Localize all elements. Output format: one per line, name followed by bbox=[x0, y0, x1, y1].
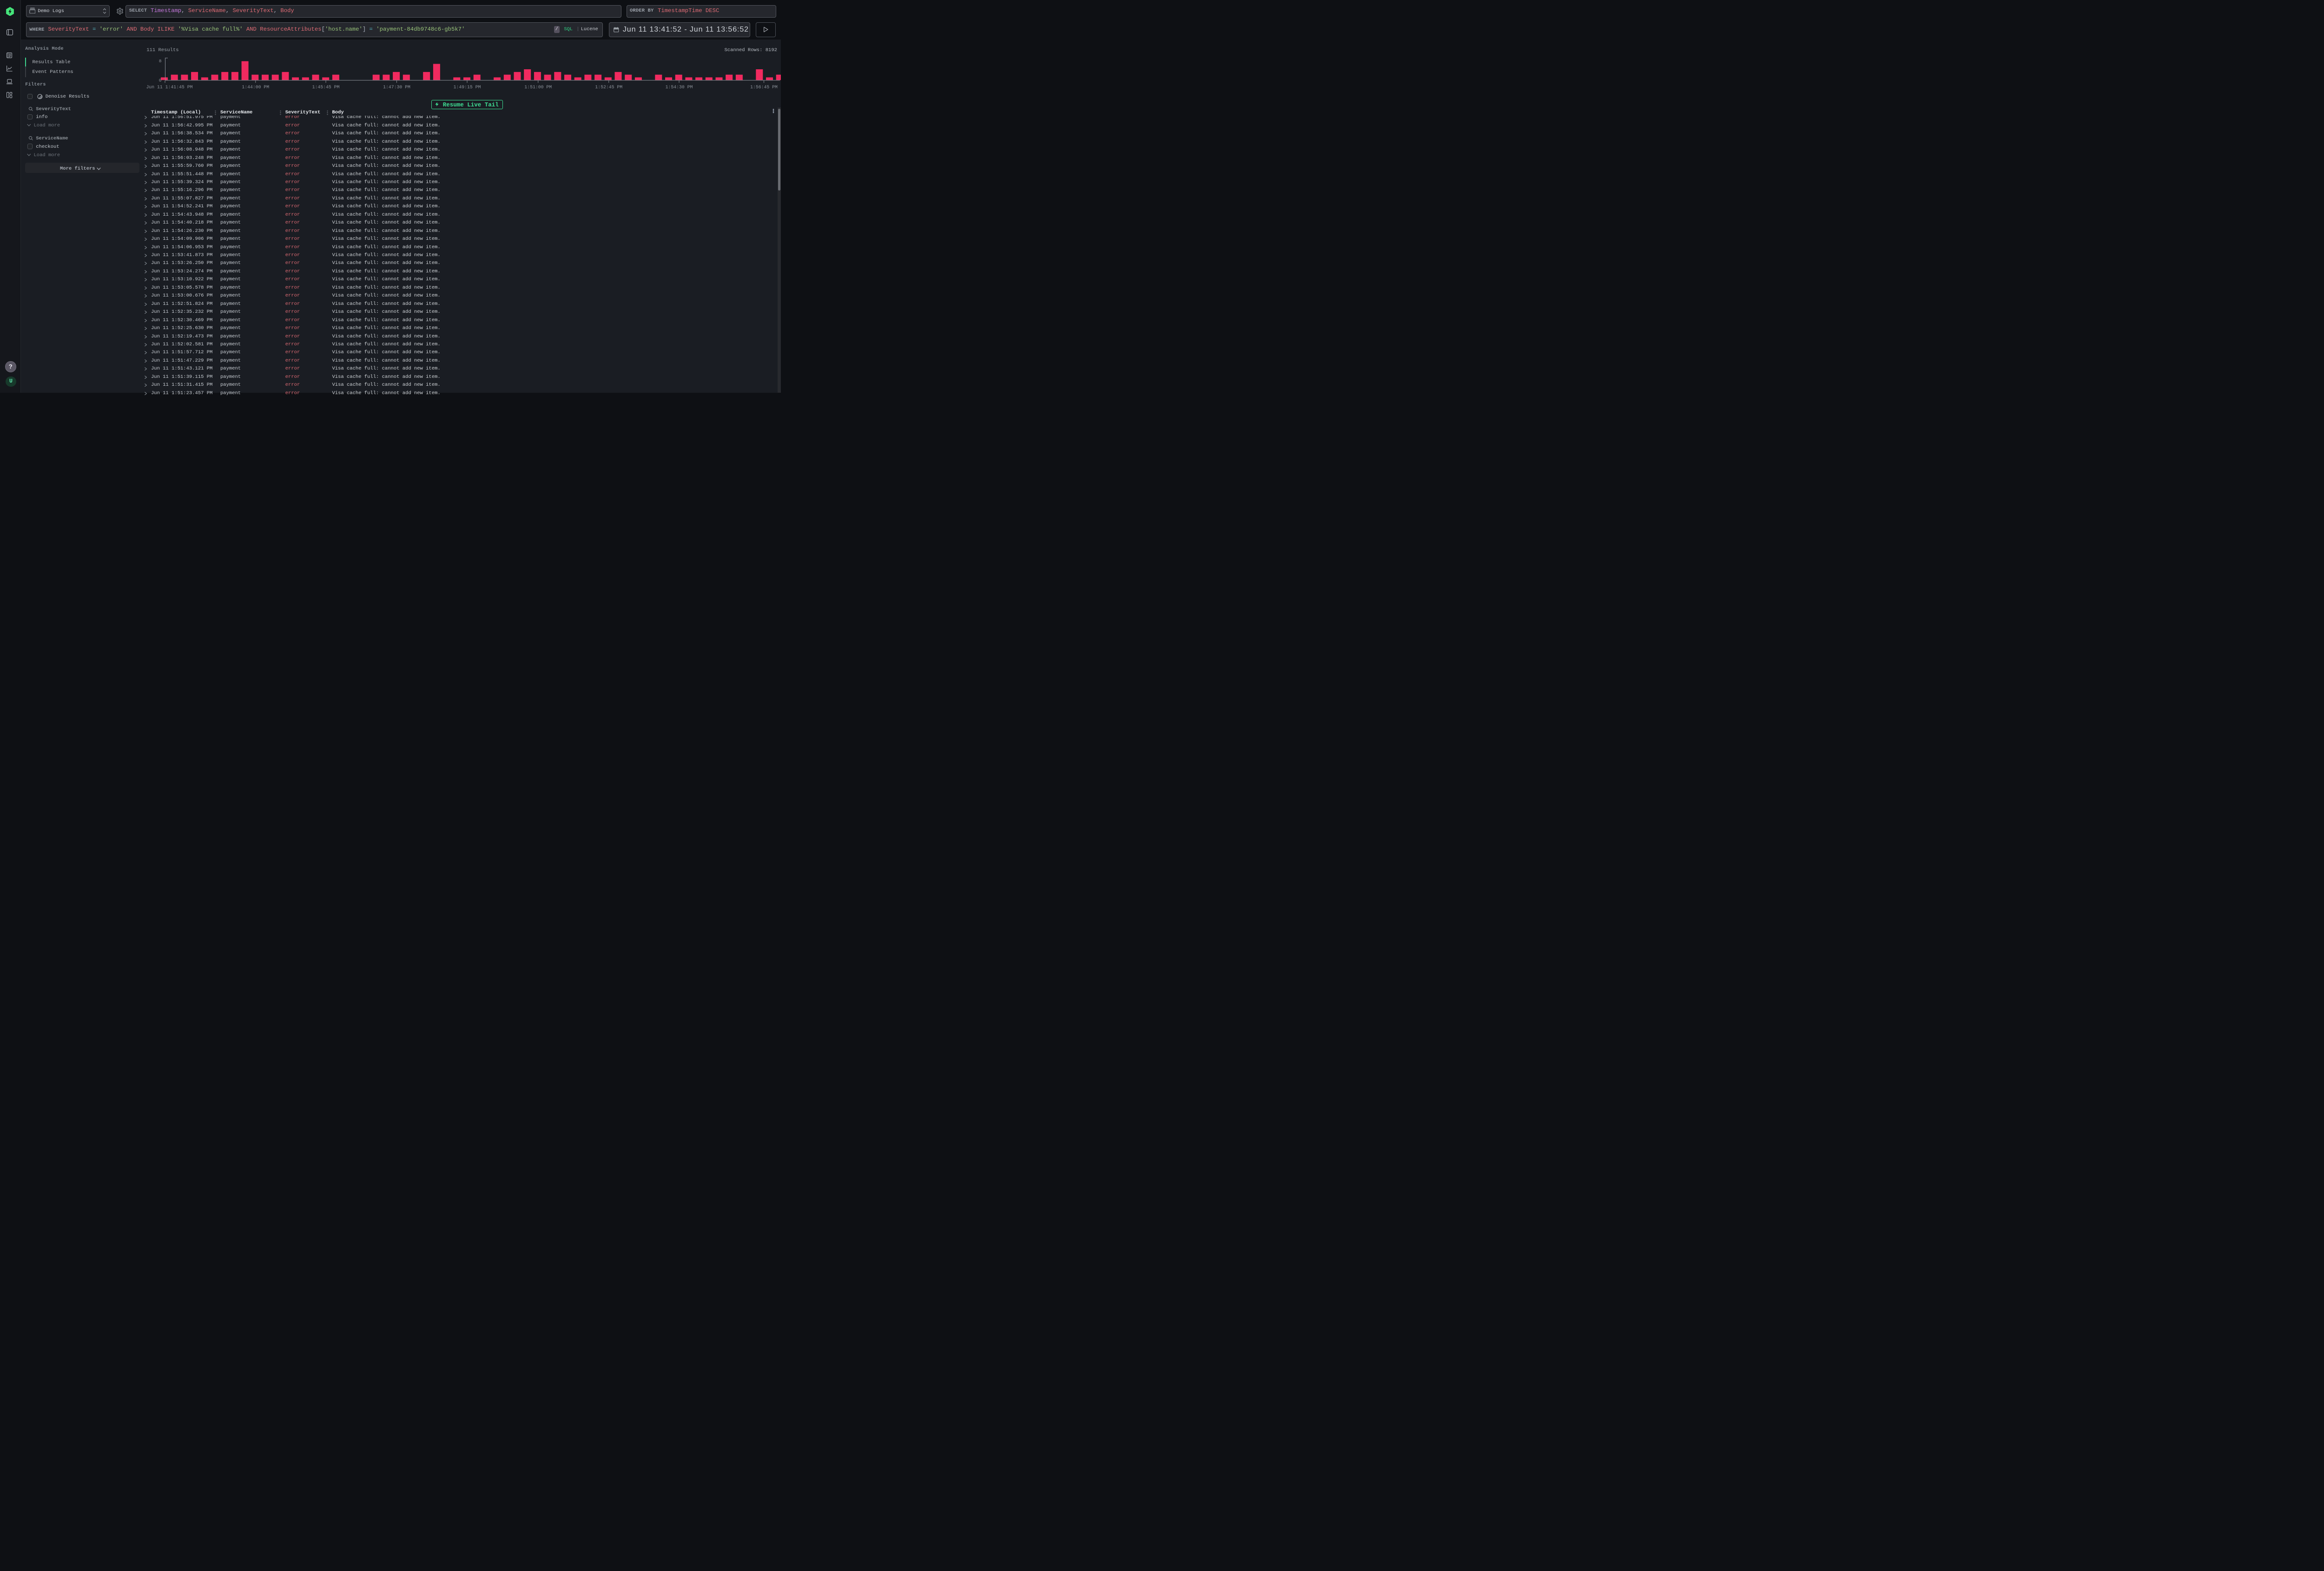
svg-text:1:51:00 PM: 1:51:00 PM bbox=[524, 85, 552, 90]
svg-text:1:52:45 PM: 1:52:45 PM bbox=[595, 85, 622, 90]
svg-text:1:54:30 PM: 1:54:30 PM bbox=[666, 85, 693, 90]
svg-text:Jun 11 1:41:45 PM: Jun 11 1:41:45 PM bbox=[146, 85, 193, 90]
svg-text:1:56:45 PM: 1:56:45 PM bbox=[750, 85, 778, 90]
svg-text:8: 8 bbox=[159, 59, 162, 64]
svg-text:1:45:45 PM: 1:45:45 PM bbox=[312, 85, 340, 90]
svg-text:0: 0 bbox=[159, 78, 162, 83]
svg-text:1:47:30 PM: 1:47:30 PM bbox=[383, 85, 410, 90]
svg-text:1:49:15 PM: 1:49:15 PM bbox=[454, 85, 481, 90]
svg-text:1:44:00 PM: 1:44:00 PM bbox=[242, 85, 269, 90]
